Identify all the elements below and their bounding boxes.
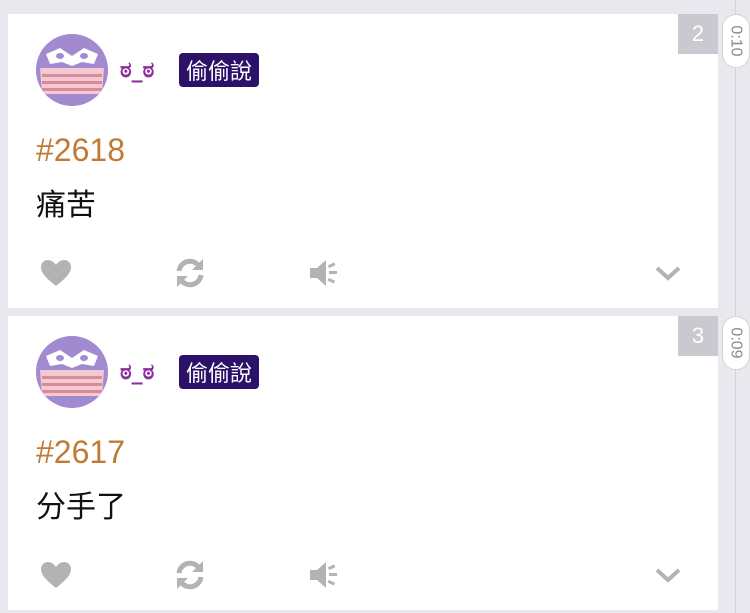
time-label: 0:10 [728, 25, 746, 57]
chevron-down-icon [655, 568, 681, 583]
speak-button[interactable] [306, 558, 342, 592]
avatar[interactable] [36, 336, 108, 408]
post-text: 痛苦 [36, 188, 96, 223]
post-text: 分手了 [36, 490, 126, 525]
more-options-button[interactable] [650, 558, 686, 592]
username[interactable]: ಠ_ಠ [120, 360, 154, 385]
time-marker: 0:10 [722, 14, 750, 68]
board-tag[interactable]: 偷偷說 [179, 355, 260, 389]
avatar[interactable] [36, 34, 108, 106]
repost-button[interactable] [172, 256, 208, 290]
timeline-line [735, 0, 736, 613]
post-number[interactable]: #2617 [36, 434, 125, 471]
masked-face-icon [36, 34, 108, 106]
chevron-down-icon [655, 266, 681, 281]
speak-button[interactable] [306, 256, 342, 290]
time-label: 0:09 [728, 327, 746, 359]
speaker-icon [310, 260, 337, 286]
refresh-icon [176, 560, 204, 590]
post-index-badge: 3 [678, 316, 718, 356]
post-card: 3 ಠ_ಠ 偷偷說 #2617 分手了 [8, 316, 718, 610]
heart-icon [41, 562, 71, 588]
time-marker: 0:09 [722, 316, 750, 370]
post-index-badge: 2 [678, 14, 718, 54]
more-options-button[interactable] [650, 256, 686, 290]
repost-button[interactable] [172, 558, 208, 592]
post-card: 2 ಠ_ಠ 偷偷說 #2618 痛苦 [8, 14, 718, 308]
like-button[interactable] [38, 256, 74, 290]
username[interactable]: ಠ_ಠ [120, 58, 154, 83]
speaker-icon [310, 562, 337, 588]
refresh-icon [176, 258, 204, 288]
like-button[interactable] [38, 558, 74, 592]
board-tag[interactable]: 偷偷說 [179, 53, 260, 87]
post-number[interactable]: #2618 [36, 132, 125, 169]
masked-face-icon [36, 336, 108, 408]
heart-icon [41, 260, 71, 286]
